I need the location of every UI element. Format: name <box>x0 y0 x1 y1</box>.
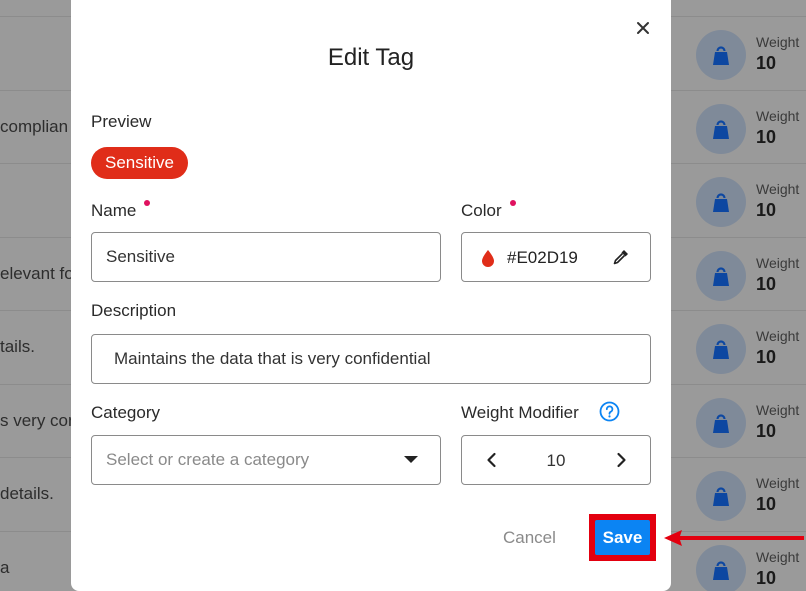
weight-modifier-label: Weight Modifier <box>461 403 579 422</box>
weight-stepper[interactable]: 10 <box>461 435 651 485</box>
cancel-button[interactable]: Cancel <box>503 528 556 548</box>
preview-label: Preview <box>91 112 152 131</box>
color-label: Color <box>461 200 516 221</box>
weight-value: 10 <box>756 347 777 367</box>
weight-icon <box>713 266 729 286</box>
row-description: complian <box>0 116 69 136</box>
weight-cell: Weight 10 <box>696 471 806 521</box>
weight-icon-circle <box>696 250 746 301</box>
weight-icon <box>713 119 729 139</box>
color-field[interactable]: #E02D19 <box>461 232 651 282</box>
name-input[interactable] <box>106 233 426 281</box>
weight-value: 10 <box>756 420 777 441</box>
weight-label: Weight <box>756 34 800 50</box>
name-label-text: Name <box>91 201 137 220</box>
weight-icon <box>713 340 729 359</box>
weight-cell: Weight 10 <box>696 324 806 374</box>
save-button-label: Save <box>595 520 650 555</box>
name-field[interactable] <box>91 232 441 282</box>
weight-label: Weight <box>756 401 800 418</box>
weight-label: Weight <box>756 548 800 565</box>
droplet-icon <box>482 250 494 267</box>
modal-title: Edit Tag <box>327 44 415 71</box>
save-button[interactable]: Save <box>589 514 656 561</box>
edit-tag-modal: Edit Tag Preview Sensitive Name Color #E… <box>71 0 671 591</box>
category-input[interactable] <box>106 436 386 484</box>
color-label-text: Color <box>461 201 502 220</box>
weight-value: 10 <box>756 53 777 73</box>
weight-icon <box>713 560 729 580</box>
weight-icon-circle <box>696 324 746 374</box>
weight-value: 10 <box>756 126 777 147</box>
category-select[interactable] <box>91 435 441 485</box>
weight-label: Weight <box>756 107 800 124</box>
weight-icon <box>713 46 729 65</box>
weight-cell: Weight 10 <box>696 103 806 154</box>
weight-label: Weight <box>756 254 800 271</box>
weight-cell: Weight 10 <box>696 250 806 301</box>
row-description: elevant fo <box>0 263 74 283</box>
row-description: s very con <box>0 410 78 430</box>
weight-icon <box>713 413 729 433</box>
pointer-arrow <box>664 530 804 546</box>
required-indicator <box>509 200 516 206</box>
close-icon[interactable] <box>632 17 654 39</box>
color-value: #E02D19 <box>507 248 578 267</box>
weight-cell: Weight 10 <box>696 30 806 80</box>
weight-value: 10 <box>756 567 777 588</box>
weight-icon-circle <box>696 544 746 591</box>
description-label: Description <box>91 301 177 320</box>
description-field[interactable] <box>91 334 651 384</box>
chevron-down-icon[interactable] <box>404 456 418 463</box>
weight-value: 10 <box>756 200 777 220</box>
category-label: Category <box>91 403 160 422</box>
chevron-right-icon[interactable] <box>611 450 631 470</box>
help-icon[interactable] <box>599 401 620 422</box>
weight-cell: Weight 10 <box>696 544 806 591</box>
weight-value: 10 <box>756 494 777 514</box>
weight-icon <box>713 193 729 212</box>
weight-cell: Weight 10 <box>696 397 806 448</box>
row-description: details. <box>0 484 54 503</box>
eyedropper-icon[interactable] <box>612 248 630 266</box>
weight-icon-circle <box>696 397 746 448</box>
weight-label: Weight <box>756 181 800 197</box>
weight-icon-circle <box>696 177 746 227</box>
weight-label: Weight <box>756 328 800 344</box>
weight-icon <box>713 487 729 506</box>
weight-cell: Weight 10 <box>696 177 806 227</box>
weight-icon-circle <box>696 471 746 521</box>
row-description: a <box>0 557 10 577</box>
weight-value: 10 <box>756 273 777 294</box>
required-indicator <box>144 200 151 206</box>
row-description: tails. <box>0 337 35 356</box>
weight-label: Weight <box>756 475 800 491</box>
name-label: Name <box>91 200 151 221</box>
description-input[interactable] <box>114 335 628 383</box>
weight-icon-circle <box>696 103 746 154</box>
preview-tag: Sensitive <box>91 147 188 179</box>
weight-icon-circle <box>696 30 746 80</box>
